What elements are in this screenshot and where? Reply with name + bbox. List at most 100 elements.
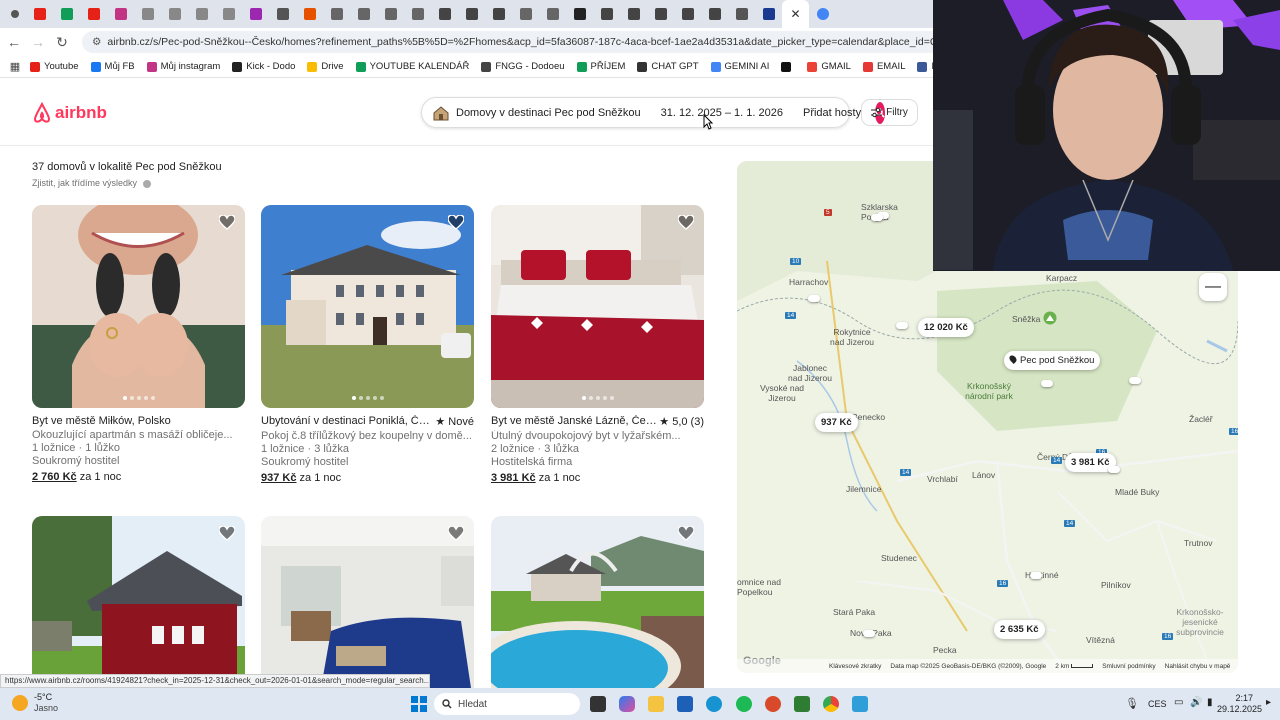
url-input[interactable]: ⚙ airbnb.cz/s/Pec-pod-Sněžkou--Česko/hom… bbox=[82, 31, 942, 53]
browser-tab[interactable] bbox=[539, 0, 566, 28]
browser-tab[interactable] bbox=[161, 0, 188, 28]
browser-tab[interactable] bbox=[296, 0, 323, 28]
browser-tab[interactable] bbox=[215, 0, 242, 28]
taskbar-search[interactable]: Hledat bbox=[434, 693, 580, 715]
browser-tab[interactable] bbox=[404, 0, 431, 28]
map-dot-pin[interactable] bbox=[1030, 572, 1042, 579]
spotify-icon[interactable] bbox=[736, 696, 752, 712]
map-terms-link[interactable]: Smluvní podmínky bbox=[1102, 663, 1155, 670]
map-dot-pin[interactable] bbox=[871, 214, 883, 221]
map-dot-pin[interactable] bbox=[1041, 380, 1053, 387]
map-price-pin[interactable]: 2 635 Kč bbox=[994, 620, 1045, 639]
network-icon[interactable]: ▭ bbox=[1174, 697, 1183, 708]
browser-tab[interactable] bbox=[323, 0, 350, 28]
browser-tab[interactable] bbox=[26, 0, 53, 28]
heart-icon[interactable] bbox=[678, 526, 694, 541]
listing-card[interactable] bbox=[261, 516, 474, 688]
reload-icon[interactable]: ↻ bbox=[50, 34, 74, 51]
listing-card[interactable]: Byt ve městě Miłków, Polsko Okouzlující … bbox=[32, 205, 245, 483]
listing-price-value[interactable]: 2 760 Kč bbox=[32, 471, 77, 483]
listing-photo[interactable] bbox=[32, 516, 245, 688]
bookmark-item[interactable]: Kick - Dodo bbox=[232, 61, 295, 72]
forward-icon[interactable]: → bbox=[26, 34, 50, 50]
listing-photo[interactable] bbox=[491, 205, 704, 408]
tab-chrome[interactable] bbox=[809, 0, 836, 28]
search-bar[interactable]: Domovy v destinaci Pec pod Sněžkou 31. 1… bbox=[421, 97, 886, 128]
bookmark-item[interactable]: Youtube bbox=[30, 61, 79, 72]
browser-tab[interactable] bbox=[188, 0, 215, 28]
bookmark-item[interactable]: FNGG - Dodoeu bbox=[481, 61, 565, 72]
bookmark-item[interactable]: EMAIL bbox=[862, 61, 905, 72]
browser-tab[interactable] bbox=[701, 0, 728, 28]
browser-tab[interactable] bbox=[674, 0, 701, 28]
listing-card[interactable] bbox=[32, 516, 245, 688]
clock[interactable]: 2:17 29.12.2025 bbox=[1217, 693, 1262, 715]
map-dot-pin[interactable] bbox=[1108, 466, 1120, 473]
back-icon[interactable]: ← bbox=[2, 34, 26, 50]
airbnb-logo[interactable]: airbnb bbox=[32, 102, 107, 124]
weather-widget[interactable]: -5°C Jasno bbox=[12, 692, 58, 714]
bookmark-item[interactable]: Můj instagram bbox=[146, 61, 220, 72]
map-zoom-out-button[interactable]: — bbox=[1199, 273, 1227, 301]
map-dot-pin[interactable] bbox=[896, 322, 908, 329]
map-report-link[interactable]: Nahlásit chybu v mapě bbox=[1165, 663, 1231, 670]
listing-photo[interactable] bbox=[261, 516, 474, 688]
copilot-icon[interactable] bbox=[619, 696, 635, 712]
volume-icon[interactable]: 🔊 bbox=[1190, 697, 1202, 708]
bookmark-item[interactable]: GMAIL bbox=[807, 61, 851, 72]
browser-tab[interactable] bbox=[350, 0, 377, 28]
app-red-icon[interactable] bbox=[765, 696, 781, 712]
notification-icon[interactable]: ▸ bbox=[1266, 697, 1271, 708]
battery-icon[interactable]: ▮ bbox=[1207, 697, 1213, 708]
listing-card[interactable] bbox=[491, 516, 704, 688]
terminal-icon[interactable] bbox=[794, 696, 810, 712]
browser-tab[interactable] bbox=[728, 0, 755, 28]
heart-icon[interactable] bbox=[678, 215, 694, 230]
bookmark-item[interactable]: CHAT GPT bbox=[637, 61, 699, 72]
bookmark-item[interactable] bbox=[781, 61, 795, 72]
heart-icon[interactable] bbox=[219, 215, 235, 230]
results-sort-info[interactable]: Zjistit, jak třídíme výsledky bbox=[32, 178, 151, 188]
browser-tab[interactable] bbox=[485, 0, 512, 28]
filters-button[interactable]: Filtry bbox=[861, 99, 918, 126]
listing-card[interactable]: Byt ve městě Janské Lázně, Česko ★ 5,0 (3… bbox=[491, 205, 704, 484]
map-dot-pin[interactable] bbox=[1129, 377, 1141, 384]
browser-tab[interactable] bbox=[377, 0, 404, 28]
search-dates-field[interactable]: 31. 12. 2025 – 1. 1. 2026 bbox=[651, 107, 793, 119]
keyboard-language[interactable]: CES bbox=[1148, 699, 1167, 709]
heart-icon[interactable] bbox=[448, 526, 464, 541]
map-place-pin[interactable]: Pec pod Sněžkou bbox=[1004, 351, 1101, 370]
browser-tab[interactable] bbox=[80, 0, 107, 28]
tab-list-button[interactable] bbox=[4, 0, 26, 28]
listing-photo[interactable] bbox=[32, 205, 245, 408]
bookmark-item[interactable]: GEMINI AI bbox=[710, 61, 769, 72]
microphone-icon[interactable]: 🎙 bbox=[1125, 697, 1139, 710]
notepad-icon[interactable] bbox=[852, 696, 868, 712]
map-price-pin[interactable]: 937 Kč bbox=[815, 413, 858, 432]
listing-price-value[interactable]: 3 981 Kč bbox=[491, 472, 536, 484]
map-dot-pin[interactable] bbox=[863, 630, 875, 637]
browser-tab[interactable] bbox=[134, 0, 161, 28]
browser-tab[interactable] bbox=[566, 0, 593, 28]
bookmark-item[interactable]: PŘÍJEM bbox=[576, 61, 625, 72]
browser-tab[interactable] bbox=[431, 0, 458, 28]
browser-tab[interactable] bbox=[647, 0, 674, 28]
browser-tab[interactable] bbox=[755, 0, 782, 28]
heart-icon[interactable] bbox=[448, 215, 464, 230]
search-guests-field[interactable]: Přidat hosty bbox=[793, 107, 871, 119]
browser-tab[interactable] bbox=[620, 0, 647, 28]
map-price-pin[interactable]: 12 020 Kč bbox=[918, 318, 974, 337]
active-tab-close-icon[interactable]: ✕ bbox=[782, 0, 809, 28]
listing-price-value[interactable]: 937 Kč bbox=[261, 472, 296, 484]
windows-start-icon[interactable] bbox=[411, 696, 427, 712]
bookmark-item[interactable]: Drive bbox=[307, 61, 344, 72]
apps-grid-icon[interactable]: ▦ bbox=[0, 60, 30, 73]
heart-icon[interactable] bbox=[219, 526, 235, 541]
browser-tab[interactable] bbox=[53, 0, 80, 28]
browser-tab[interactable] bbox=[593, 0, 620, 28]
listing-card[interactable]: Ubytování v destinaci Poniklá, Čes... ★ N… bbox=[261, 205, 474, 484]
search-location-field[interactable]: Domovy v destinaci Pec pod Sněžkou bbox=[422, 105, 651, 121]
chrome-icon[interactable] bbox=[823, 696, 839, 712]
outlook-icon[interactable] bbox=[677, 696, 693, 712]
browser-tab[interactable] bbox=[512, 0, 539, 28]
